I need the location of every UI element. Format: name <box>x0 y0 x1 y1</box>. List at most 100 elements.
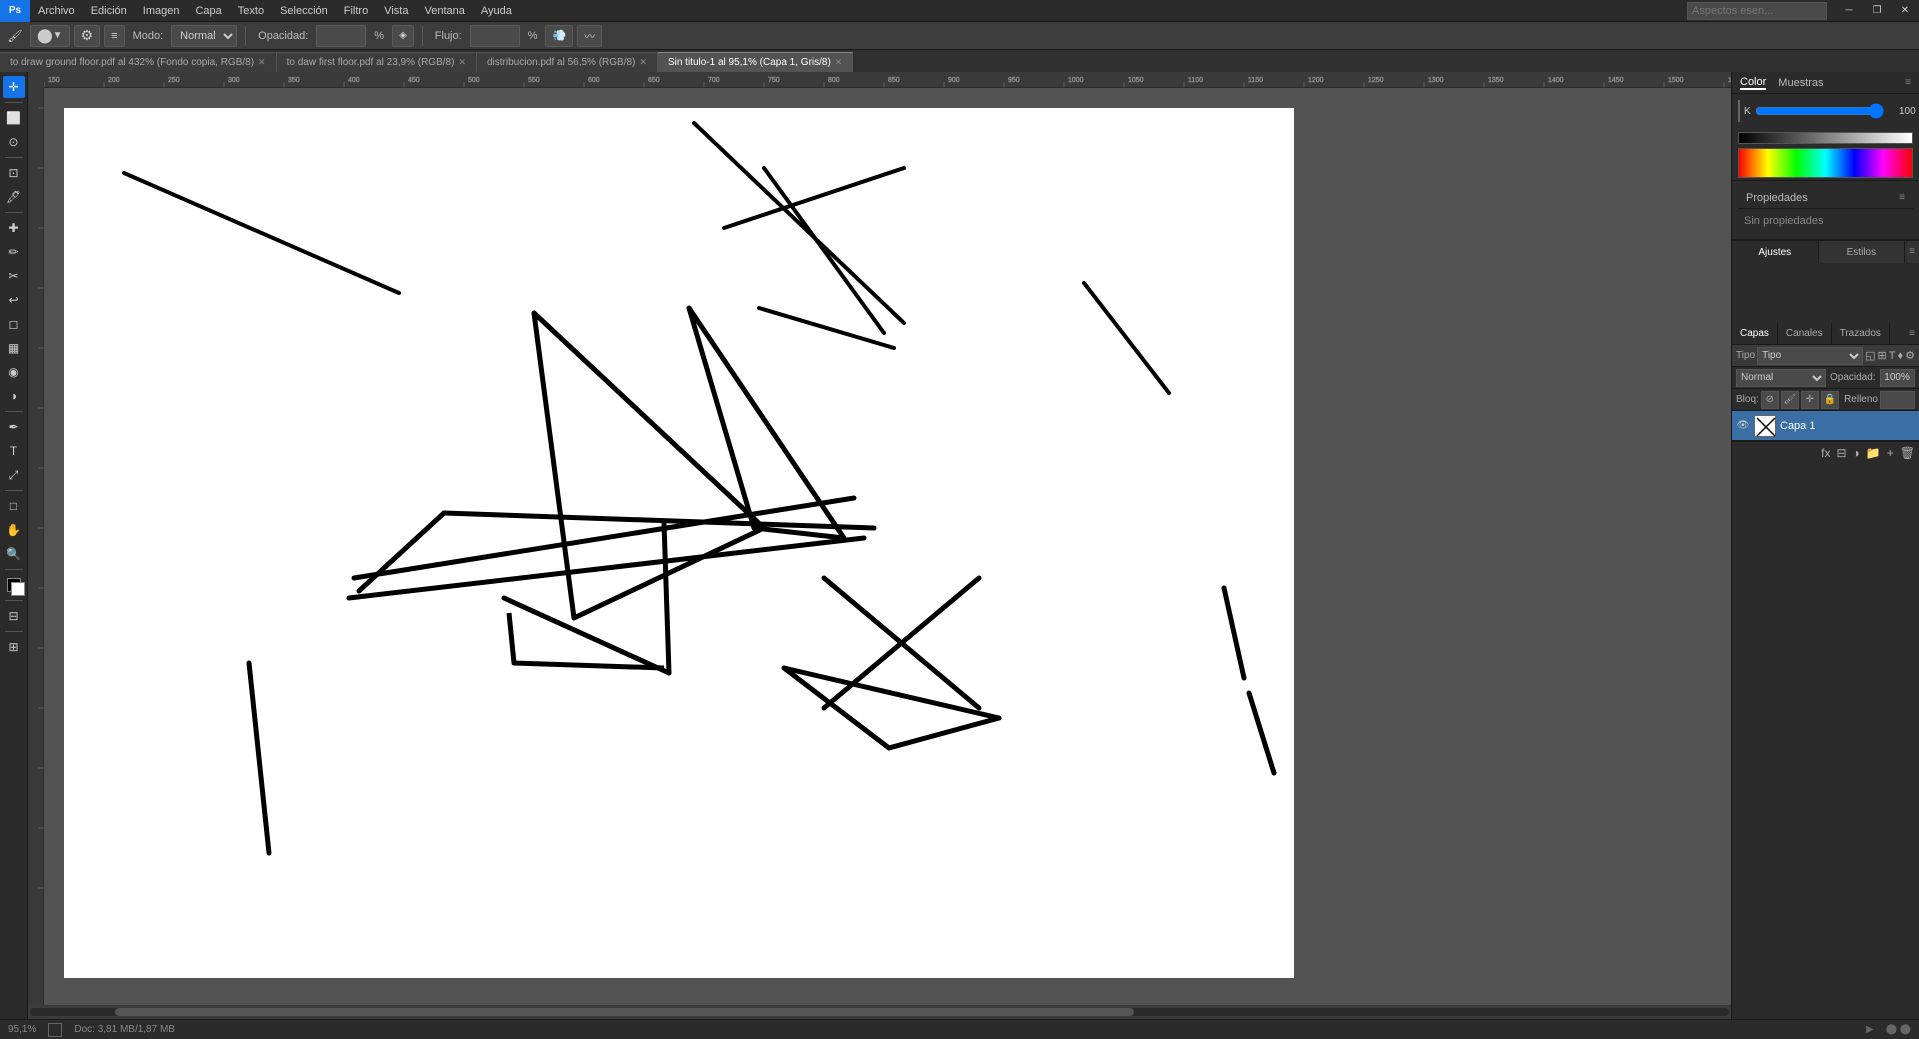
menu-filtro[interactable]: Filtro <box>336 0 376 22</box>
hand-tool[interactable]: ✋ <box>3 519 25 541</box>
lock-position-btn[interactable]: ✛ <box>1801 391 1819 409</box>
lasso-tool[interactable]: ⊙ <box>3 131 25 153</box>
tab-close-2[interactable]: ✕ <box>639 57 647 68</box>
fg-bg-colors[interactable] <box>3 574 25 596</box>
shape-tool[interactable]: □ <box>3 495 25 517</box>
screen-mode[interactable]: ⊞ <box>3 636 25 658</box>
layer-icon-2[interactable]: ⊞ <box>1878 349 1887 362</box>
swatches-tab[interactable]: Muestras <box>1778 77 1823 89</box>
layer-mask-btn[interactable]: ⊟ <box>1836 446 1846 460</box>
svg-text:1050: 1050 <box>1128 77 1144 84</box>
blur-tool[interactable]: ◉ <box>3 361 25 383</box>
menu-texto[interactable]: Texto <box>230 0 272 22</box>
lock-transparent-btn[interactable]: ⊘ <box>1761 391 1779 409</box>
tab-2[interactable]: distribucion.pdf al 56,5% (RGB/8) ✕ <box>477 52 658 72</box>
brush-tool[interactable]: ✏ <box>3 241 25 263</box>
minimize-button[interactable]: ─ <box>1835 0 1863 22</box>
clone-tool[interactable]: ✂ <box>3 265 25 287</box>
eyedropper-tool[interactable]: 🖋 <box>3 186 25 208</box>
menu-archivo[interactable]: Archivo <box>30 0 83 22</box>
tipo-select[interactable]: Tipo <box>1757 347 1863 365</box>
brush-mode-toggle[interactable]: ≡ <box>104 25 124 47</box>
layer-group-btn[interactable]: 📁 <box>1866 446 1881 460</box>
menu-seleccion[interactable]: Selección <box>272 0 336 22</box>
trazados-tab[interactable]: Trazados <box>1832 323 1890 344</box>
adj-content <box>1732 263 1919 323</box>
layer-item-1[interactable]: 👁 Capa 1 <box>1732 411 1919 441</box>
fill-input[interactable]: 100% <box>1880 391 1915 409</box>
eraser-tool[interactable]: ◻ <box>3 313 25 335</box>
brush-tool-icon[interactable]: 🖌 <box>4 25 26 47</box>
text-tool[interactable]: T <box>3 440 25 462</box>
layer-icon-4[interactable]: ♦ <box>1898 350 1904 362</box>
layer-icon-1[interactable]: ◱ <box>1865 349 1875 362</box>
tab-1[interactable]: to daw first floor.pdf al 23,9% (RGB/8) … <box>277 52 477 72</box>
ajustes-tab[interactable]: Ajustes <box>1732 241 1819 263</box>
layer-fx-btn[interactable]: fx <box>1821 446 1830 460</box>
svg-text:1450: 1450 <box>1608 77 1624 84</box>
close-button[interactable]: ✕ <box>1891 0 1919 22</box>
status-icon[interactable] <box>48 1023 62 1037</box>
layer-thumbnail <box>1754 415 1776 437</box>
svg-text:1300: 1300 <box>1428 77 1444 84</box>
menu-edicion[interactable]: Edición <box>83 0 135 22</box>
color-panel-collapse[interactable]: ≡ <box>1905 77 1911 88</box>
crop-tool[interactable]: ⊡ <box>3 162 25 184</box>
mode-select[interactable]: Normal <box>171 25 237 47</box>
zoom-tool[interactable]: 🔍 <box>3 543 25 565</box>
menu-ventana[interactable]: Ventana <box>416 0 472 22</box>
capas-tab[interactable]: Capas <box>1732 323 1778 344</box>
layer-visibility-toggle[interactable]: 👁 <box>1736 419 1750 433</box>
color-panel-header: Color Muestras ≡ <box>1732 72 1919 94</box>
path-tool[interactable]: ⤢ <box>3 464 25 486</box>
adj-collapse[interactable]: ≡ <box>1905 241 1919 263</box>
pen-tool[interactable]: ✒ <box>3 416 25 438</box>
layer-icon-3[interactable]: T <box>1889 350 1896 362</box>
brush-settings-btn[interactable]: ⚙ <box>74 25 101 47</box>
layer-new-btn[interactable]: + <box>1887 446 1894 460</box>
tab-close-0[interactable]: ✕ <box>258 57 266 68</box>
tab-0[interactable]: to draw ground floor.pdf al 432% (Fondo … <box>0 52 277 72</box>
layers-collapse[interactable]: ≡ <box>1905 323 1919 344</box>
layer-mode-select[interactable]: Normal <box>1736 369 1826 387</box>
opacity-input[interactable]: 100% <box>1880 369 1915 387</box>
color-spectrum[interactable] <box>1738 148 1913 178</box>
menu-ayuda[interactable]: Ayuda <box>473 0 520 22</box>
dodge-tool[interactable]: ◑ <box>3 385 25 407</box>
layer-icon-5[interactable]: ⚙ <box>1905 349 1915 362</box>
rect-select-tool[interactable]: ⬜ <box>3 107 25 129</box>
bloq-label: Bloq: <box>1736 394 1759 405</box>
move-tool[interactable]: ✛ <box>3 76 25 98</box>
canvas-area[interactable] <box>44 88 1731 1005</box>
tab-3[interactable]: Sin titulo-1 al 95,1% (Capa 1, Gris/8) ✕ <box>658 52 853 72</box>
layer-delete-btn[interactable]: 🗑 <box>1900 446 1915 460</box>
restore-button[interactable]: ❐ <box>1863 0 1891 22</box>
k-slider[interactable] <box>1755 107 1884 115</box>
brush-preset-btn[interactable]: ⬤ ▼ <box>30 25 70 47</box>
flow-input[interactable]: 100 <box>470 25 520 47</box>
left-toolbar: ✛ ⬜ ⊙ ⊡ 🖋 ✚ ✏ ✂ ↩ ◻ ▦ ◉ ◑ ✒ T ⤢ □ ✋ 🔍 ⊟ … <box>0 72 28 1019</box>
properties-collapse[interactable]: ≡ <box>1899 192 1905 203</box>
mask-mode[interactable]: ⊟ <box>3 605 25 627</box>
history-tool[interactable]: ↩ <box>3 289 25 311</box>
search-input[interactable] <box>1687 2 1827 20</box>
gradient-tool[interactable]: ▦ <box>3 337 25 359</box>
tab-close-1[interactable]: ✕ <box>458 57 466 68</box>
opacity-pressure-btn[interactable]: ◈ <box>392 25 414 47</box>
smoothing-btn[interactable]: 〰 <box>577 25 602 47</box>
lock-all-btn[interactable]: 🔒 <box>1821 391 1839 409</box>
lock-image-btn[interactable]: 🖌 <box>1781 391 1799 409</box>
menu-vista[interactable]: Vista <box>376 0 416 22</box>
heal-tool[interactable]: ✚ <box>3 217 25 239</box>
layer-adjustment-btn[interactable]: ◑ <box>1853 446 1860 460</box>
menu-capa[interactable]: Capa <box>187 0 229 22</box>
canales-tab[interactable]: Canales <box>1778 323 1832 344</box>
menu-imagen[interactable]: Imagen <box>135 0 188 22</box>
estilos-tab[interactable]: Estilos <box>1819 241 1906 263</box>
color-swatch[interactable] <box>1738 100 1740 122</box>
airbrush-btn[interactable]: 💨 <box>545 25 573 47</box>
opacity-input[interactable]: 100 <box>316 25 366 47</box>
color-tab[interactable]: Color <box>1740 76 1766 90</box>
scrollbar-horizontal[interactable] <box>28 1005 1731 1019</box>
tab-close-3[interactable]: ✕ <box>835 57 843 68</box>
